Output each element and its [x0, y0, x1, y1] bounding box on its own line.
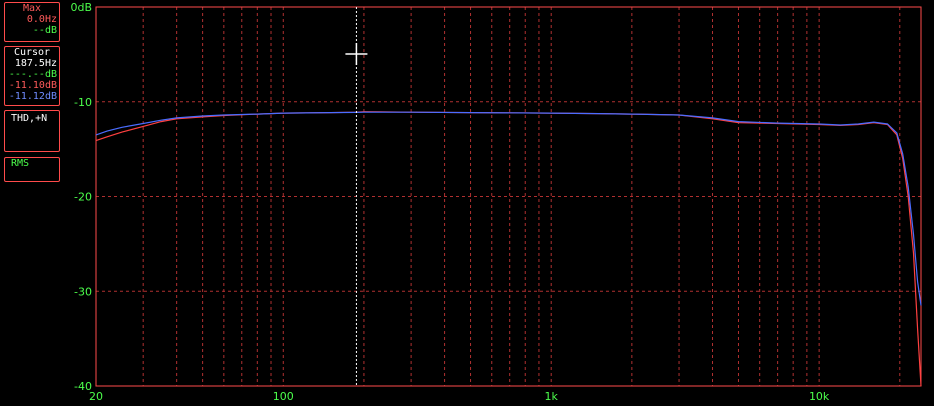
- y-tick-label: -30: [74, 285, 92, 298]
- series-layer: [95, 111, 922, 387]
- series-line-1: [95, 111, 922, 387]
- series-line-2: [95, 111, 922, 306]
- y-tick-label: -20: [74, 191, 92, 204]
- x-tick-label: 10k: [809, 390, 830, 403]
- y-tick-label: -10: [74, 96, 92, 109]
- tick-labels: 0dB-10-20-30-4020 100 1k 10k: [70, 1, 829, 403]
- x-tick-label: 1k: [545, 390, 559, 403]
- frequency-response-chart[interactable]: 0dB-10-20-30-4020 100 1k 10k: [0, 0, 934, 406]
- y-tick-label: 0dB: [70, 1, 92, 14]
- x-tick-label: 100: [273, 390, 294, 403]
- x-tick-label: 20: [89, 390, 103, 403]
- plot-frame: [95, 6, 922, 387]
- grid: [96, 7, 921, 386]
